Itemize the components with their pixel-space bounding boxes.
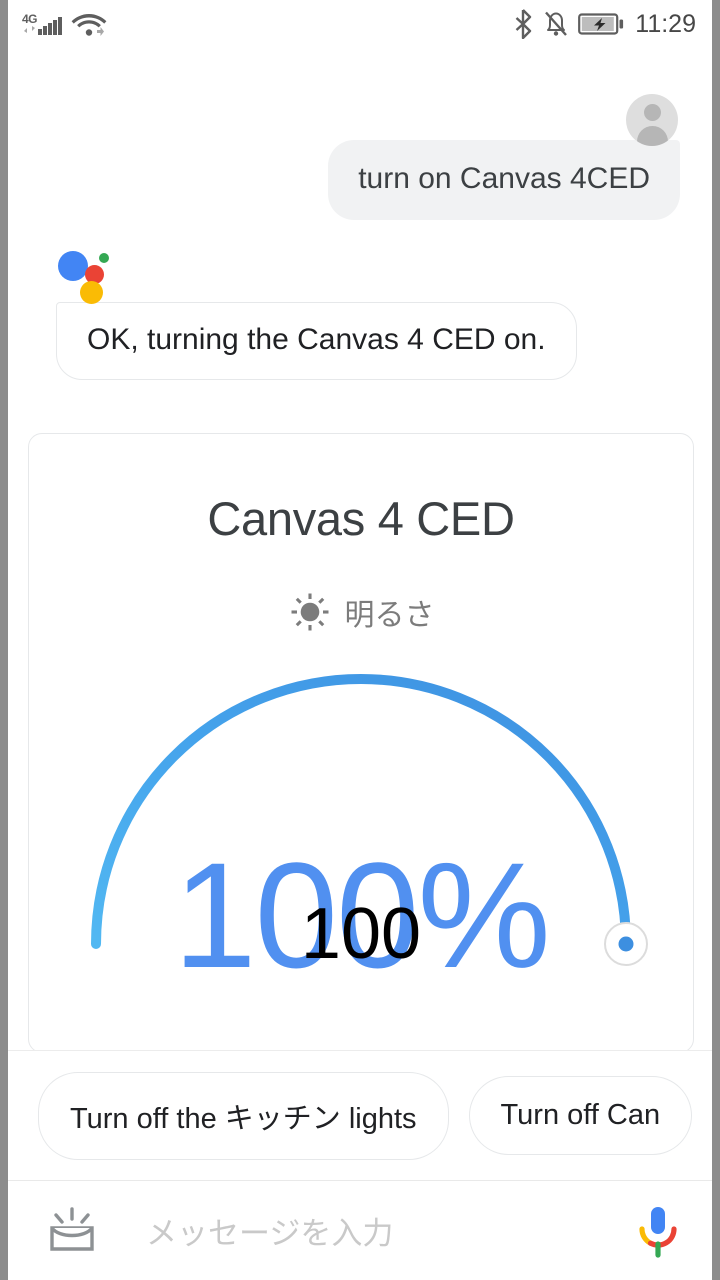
suggestion-chip[interactable]: Turn off Can bbox=[468, 1076, 693, 1155]
network-type-label: 4G bbox=[22, 11, 38, 26]
bell-muted-icon bbox=[545, 11, 568, 36]
assistant-message-bubble: OK, turning the Canvas 4 CED on. bbox=[56, 302, 577, 380]
wifi-icon bbox=[71, 14, 106, 36]
battery-charging-icon bbox=[578, 13, 624, 35]
signal-bars-icon: 4G bbox=[22, 11, 62, 35]
suggestion-chips-bar[interactable]: Turn off the キッチン lights Turn off Can bbox=[8, 1050, 712, 1180]
brightness-dial[interactable]: 100% 100 bbox=[29, 644, 693, 990]
phone-screen: 4G 11:29 turn on Canvas 4CED OK, turning… bbox=[0, 0, 720, 1280]
user-avatar-icon bbox=[626, 94, 678, 146]
suggestion-chip[interactable]: Turn off the キッチン lights bbox=[38, 1071, 449, 1160]
message-input-bar[interactable]: メッセージを入力 bbox=[8, 1180, 712, 1280]
explore-box-icon[interactable] bbox=[46, 1206, 98, 1256]
status-bar-clock: 11:29 bbox=[635, 9, 696, 38]
conversation-area: turn on Canvas 4CED OK, turning the Canv… bbox=[8, 48, 712, 1280]
brightness-sun-icon bbox=[291, 593, 328, 631]
status-bar-left: 4G bbox=[22, 10, 107, 38]
brightness-value-overlay: 100 bbox=[300, 894, 422, 974]
bluetooth-icon bbox=[515, 9, 532, 39]
user-message-bubble: turn on Canvas 4CED bbox=[328, 140, 680, 220]
message-input-field[interactable]: メッセージを入力 bbox=[146, 1208, 636, 1253]
google-microphone-icon[interactable] bbox=[636, 1203, 680, 1259]
assistant-message-row: OK, turning the Canvas 4 CED on. bbox=[56, 248, 577, 380]
status-bar: 4G 11:29 bbox=[8, 0, 712, 48]
data-transfer-icon bbox=[24, 25, 35, 33]
brightness-label: 明るさ bbox=[344, 599, 435, 632]
user-message-row: turn on Canvas 4CED bbox=[328, 94, 680, 220]
brightness-header: 明るさ bbox=[29, 590, 693, 634]
device-control-card[interactable]: Canvas 4 CED 明るさ 100% 100 bbox=[28, 433, 694, 1053]
status-bar-right: 11:29 bbox=[514, 9, 696, 39]
device-title: Canvas 4 CED bbox=[207, 492, 515, 545]
google-assistant-logo-icon bbox=[58, 248, 114, 304]
